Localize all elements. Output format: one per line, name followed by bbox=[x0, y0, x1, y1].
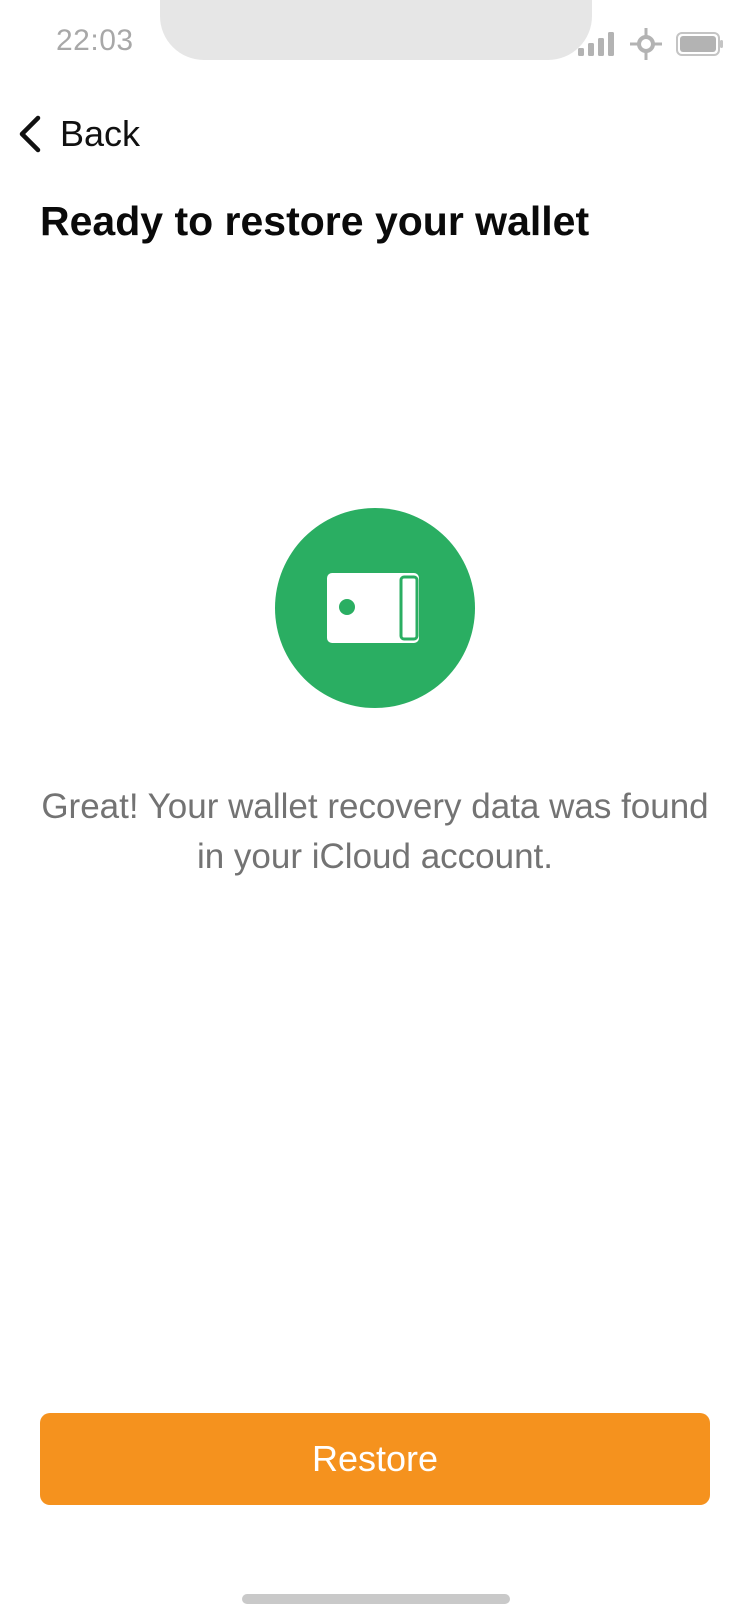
home-indicator[interactable] bbox=[242, 1594, 510, 1604]
location-icon bbox=[630, 28, 662, 60]
battery-icon bbox=[676, 32, 723, 56]
back-button[interactable]: Back bbox=[16, 110, 140, 158]
back-label: Back bbox=[60, 113, 141, 154]
page-title: Ready to restore your wallet bbox=[40, 198, 590, 244]
wallet-badge bbox=[275, 508, 475, 708]
status-time: 22:03 bbox=[56, 24, 134, 57]
recovery-message: Great! Your wallet recovery data was fou… bbox=[41, 787, 709, 876]
notch bbox=[160, 0, 592, 60]
signal-icon bbox=[578, 32, 614, 56]
status-icons bbox=[578, 28, 724, 60]
wallet-icon bbox=[327, 573, 419, 643]
restore-button[interactable]: Restore bbox=[40, 1413, 710, 1505]
status-bar: 22:03 bbox=[0, 0, 750, 70]
chevron-left-icon bbox=[19, 115, 41, 153]
